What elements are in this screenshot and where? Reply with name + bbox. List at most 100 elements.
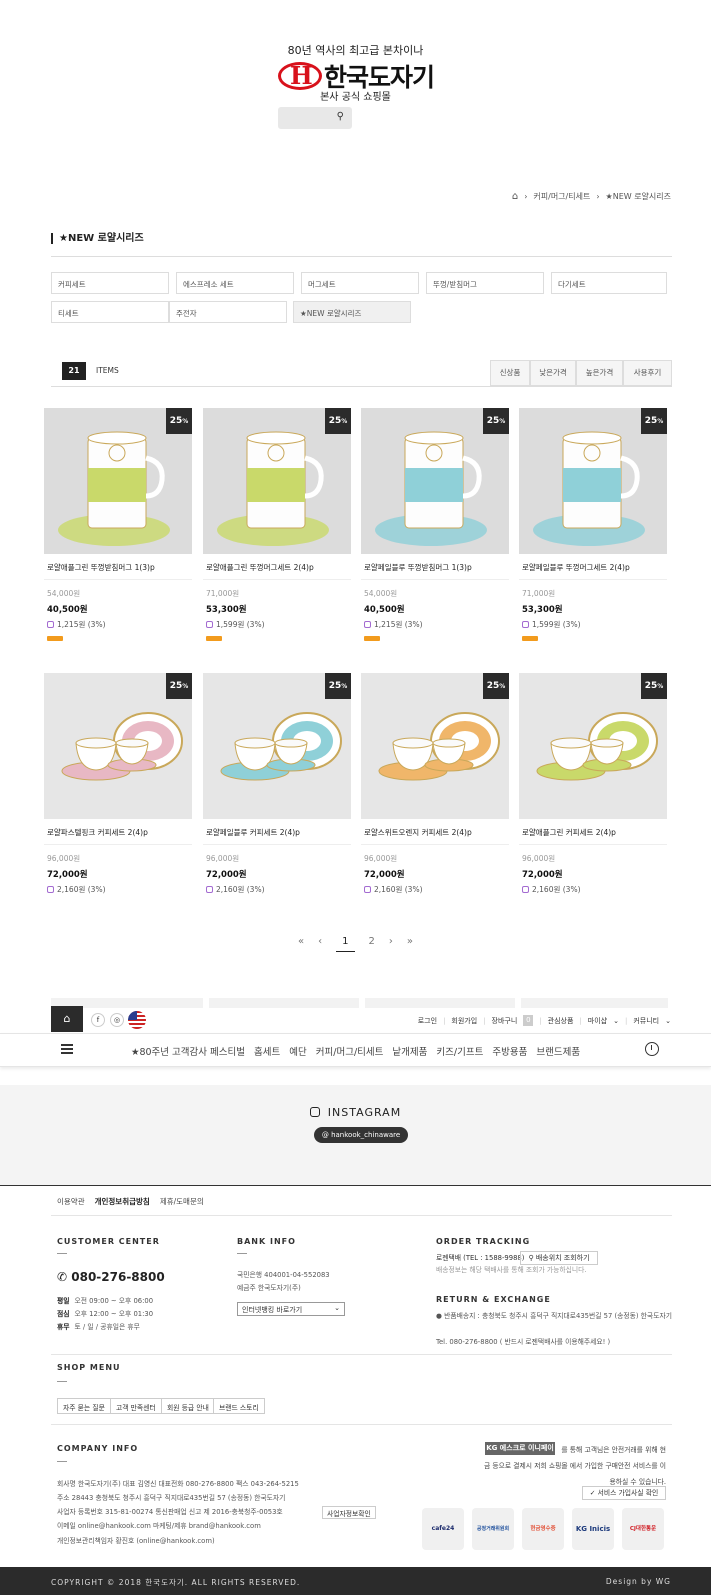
page-number-current[interactable]: 1 <box>336 936 355 952</box>
instagram-icon[interactable]: ◎ <box>110 1013 124 1027</box>
ftc-badge[interactable]: 공정거래위원회 <box>472 1508 514 1550</box>
sort-option[interactable]: 사용후기 <box>623 360 672 386</box>
join-link[interactable]: 회원가입 <box>451 1016 477 1026</box>
next-page-button[interactable]: › <box>389 936 393 952</box>
privacy-link[interactable]: 개인정보취급방침 <box>95 1196 150 1207</box>
product-card[interactable]: 25% 로얄애플그린 커피세트 2(4)p 96,000원 72,000원 2,160원… <box>519 673 667 895</box>
phone-icon: ✆ <box>57 1270 68 1284</box>
home-icon[interactable]: ⌂ <box>512 191 518 202</box>
mileage-icon <box>364 621 371 628</box>
tracking-note: 배송정보는 해당 택배사를 통해 조회가 가능하십니다. <box>436 1266 587 1274</box>
member-grade-button[interactable]: 회원 등급 안내 <box>161 1398 215 1414</box>
first-page-button[interactable]: « <box>298 936 304 952</box>
service-confirm-button[interactable]: ✓ 서비스 가입사실 확인 <box>582 1486 666 1500</box>
cash-receipt-badge[interactable]: 현금영수증 <box>522 1508 564 1550</box>
product-card[interactable]: 25% 로얄페일블루 뚜껑머그세트 2(4)p 71,000원 53,300원 1,59… <box>519 408 667 643</box>
category-item[interactable]: 뚜껑/받침머그 <box>426 272 544 294</box>
pagination: « ‹ 1 2 › » <box>0 936 711 952</box>
product-sale-price: 40,500원 <box>364 605 405 615</box>
discount-badge: 25% <box>641 408 667 434</box>
product-name[interactable]: 로얄페일블루 뚜껑받침머그 1(3)p <box>361 562 509 580</box>
prev-page-button[interactable]: ‹ <box>318 936 322 952</box>
product-name[interactable]: 로얄애플그린 뚜껑머그세트 2(4)p <box>203 562 351 580</box>
facebook-icon[interactable]: f <box>91 1013 105 1027</box>
category-item[interactable]: 주전자 <box>169 301 287 323</box>
cart-count-badge: 0 <box>523 1015 534 1026</box>
last-page-button[interactable]: » <box>407 936 413 952</box>
category-item[interactable]: 에스프레소 세트 <box>176 272 294 294</box>
search-input[interactable]: ⚲ <box>278 107 352 129</box>
ghost-block <box>521 998 668 1008</box>
search-icon[interactable]: ⚲ <box>337 111 344 122</box>
category-item-active[interactable]: ★NEW 로얄시리즈 <box>293 301 411 323</box>
product-original-price: 71,000원 <box>522 589 556 598</box>
breadcrumb-item[interactable]: 커피/머그/티세트 <box>533 191 590 202</box>
design-credit: Design by WG <box>605 1577 671 1586</box>
us-flag-icon[interactable] <box>128 1011 146 1029</box>
nav-item[interactable]: 홈세트 <box>254 1047 280 1058</box>
faq-button[interactable]: 자주 묻는 질문 <box>57 1398 111 1414</box>
home-button[interactable]: ⌂ <box>51 1006 83 1032</box>
product-name[interactable]: 로얄스위트오렌지 커피세트 2(4)p <box>361 827 509 845</box>
page-title: ★NEW 로얄시리즈 <box>51 233 144 244</box>
instagram-icon <box>309 1107 320 1117</box>
discount-badge: 25% <box>325 673 351 699</box>
nav-item[interactable]: 낱개제품 <box>392 1047 427 1058</box>
main-nav: ★80주년 고객감사 페스티벌 홈세트 예단 커피/머그/티세트 낱개제품 키즈… <box>0 1033 711 1067</box>
product-mileage: 2,160원 (3%) <box>44 884 192 895</box>
product-name[interactable]: 로얄파스텔핑크 커피세트 2(4)p <box>44 827 192 845</box>
cart-link[interactable]: 장바구니 <box>492 1016 518 1026</box>
kg-escrow-badge[interactable]: KG 에스크로 이니페이 <box>485 1442 555 1455</box>
nav-item[interactable]: ★80주년 고객감사 페스티벌 <box>131 1047 245 1058</box>
product-card[interactable]: 25% 로얄파스텔핑크 커피세트 2(4)p 96,000원 72,000원 2,160… <box>44 673 192 895</box>
divider <box>51 256 672 257</box>
breadcrumb-item[interactable]: ★NEW 로얄시리즈 <box>606 191 671 202</box>
terms-link[interactable]: 이용약관 <box>57 1196 85 1207</box>
sort-option[interactable]: 낮은가격 <box>530 360 576 386</box>
product-card[interactable]: 25% 로얄애플그린 뚜껑머그세트 2(4)p 71,000원 53,300원 1,59… <box>203 408 351 643</box>
product-card[interactable]: 25% 로얄페일블루 뚜껑받침머그 1(3)p 54,000원 40,500원 1,21… <box>361 408 509 643</box>
sort-option[interactable]: 높은가격 <box>576 360 623 386</box>
wishlist-link[interactable]: 관심상품 <box>548 1016 574 1026</box>
ghost-block <box>365 998 515 1008</box>
product-name[interactable]: 로얄페일블루 뚜껑머그세트 2(4)p <box>519 562 667 580</box>
product-card[interactable]: 25% 로얄스위트오렌지 커피세트 2(4)p 96,000원 72,000원 2,16… <box>361 673 509 895</box>
nav-item[interactable]: 브랜드제품 <box>536 1047 580 1058</box>
nav-item[interactable]: 키즈/기프트 <box>436 1047 483 1058</box>
phone-number[interactable]: ✆ 080-276-8800 <box>57 1270 165 1284</box>
partnership-link[interactable]: 제휴/도매문의 <box>160 1196 204 1207</box>
category-item[interactable]: 커피세트 <box>51 272 169 294</box>
customer-center-button[interactable]: 고객 만족센터 <box>110 1398 162 1414</box>
nav-item[interactable]: 주방용품 <box>492 1047 527 1058</box>
footer-links: 이용약관 개인정보취급방침 제휴/도매문의 <box>57 1196 204 1207</box>
bank-select[interactable]: 인터넷뱅킹 바로가기 ⌄ <box>237 1302 345 1316</box>
nav-item[interactable]: 커피/머그/티세트 <box>316 1047 384 1058</box>
product-name[interactable]: 로얄애플그린 커피세트 2(4)p <box>519 827 667 845</box>
nav-item[interactable]: 예단 <box>289 1047 306 1058</box>
chevron-right-icon: › <box>524 192 528 201</box>
product-card[interactable]: 25% 로얄애플그린 뚜껑받침머그 1(3)p 54,000원 40,500원 1,21… <box>44 408 192 643</box>
product-name[interactable]: 로얄애플그린 뚜껑받침머그 1(3)p <box>44 562 192 580</box>
mileage-icon <box>522 886 529 893</box>
product-sale-price: 72,000원 <box>47 870 88 880</box>
myshop-link[interactable]: 마이샵 <box>588 1016 607 1026</box>
community-link[interactable]: 커뮤니티 <box>633 1016 659 1026</box>
biz-info-button[interactable]: 사업자정보확인 <box>322 1506 376 1519</box>
category-item[interactable]: 머그세트 <box>301 272 419 294</box>
cj-logistics-badge[interactable]: CJ대한통운 <box>622 1508 664 1550</box>
sort-option[interactable]: 신상품 <box>490 360 530 386</box>
brand-story-button[interactable]: 브랜드 스토리 <box>213 1398 265 1414</box>
kg-inicis-badge[interactable]: KG Inicis <box>572 1508 614 1550</box>
instagram-handle-button[interactable]: @ hankook_chinaware <box>314 1127 408 1143</box>
product-card[interactable]: 25% 로얄페일블루 커피세트 2(4)p 96,000원 72,000원 2,160원… <box>203 673 351 895</box>
track-delivery-button[interactable]: ⚲ 배송위치 조회하기 <box>520 1251 598 1265</box>
login-link[interactable]: 로그인 <box>418 1016 437 1026</box>
clock-icon[interactable] <box>645 1042 659 1056</box>
cafe24-badge[interactable]: cafe24 <box>422 1508 464 1550</box>
product-name[interactable]: 로얄페일블루 커피세트 2(4)p <box>203 827 351 845</box>
company-row: 이메일 online@hankook.com 마케팅/제휴 brand@hank… <box>57 1522 261 1530</box>
return-tel: Tel. 080-276-8800 ( 반드시 로젠택배사를 이용해주세요! ) <box>436 1338 611 1346</box>
category-item[interactable]: 다기세트 <box>551 272 667 294</box>
page-number[interactable]: 2 <box>369 936 375 952</box>
category-item[interactable]: 티세트 <box>51 301 169 323</box>
